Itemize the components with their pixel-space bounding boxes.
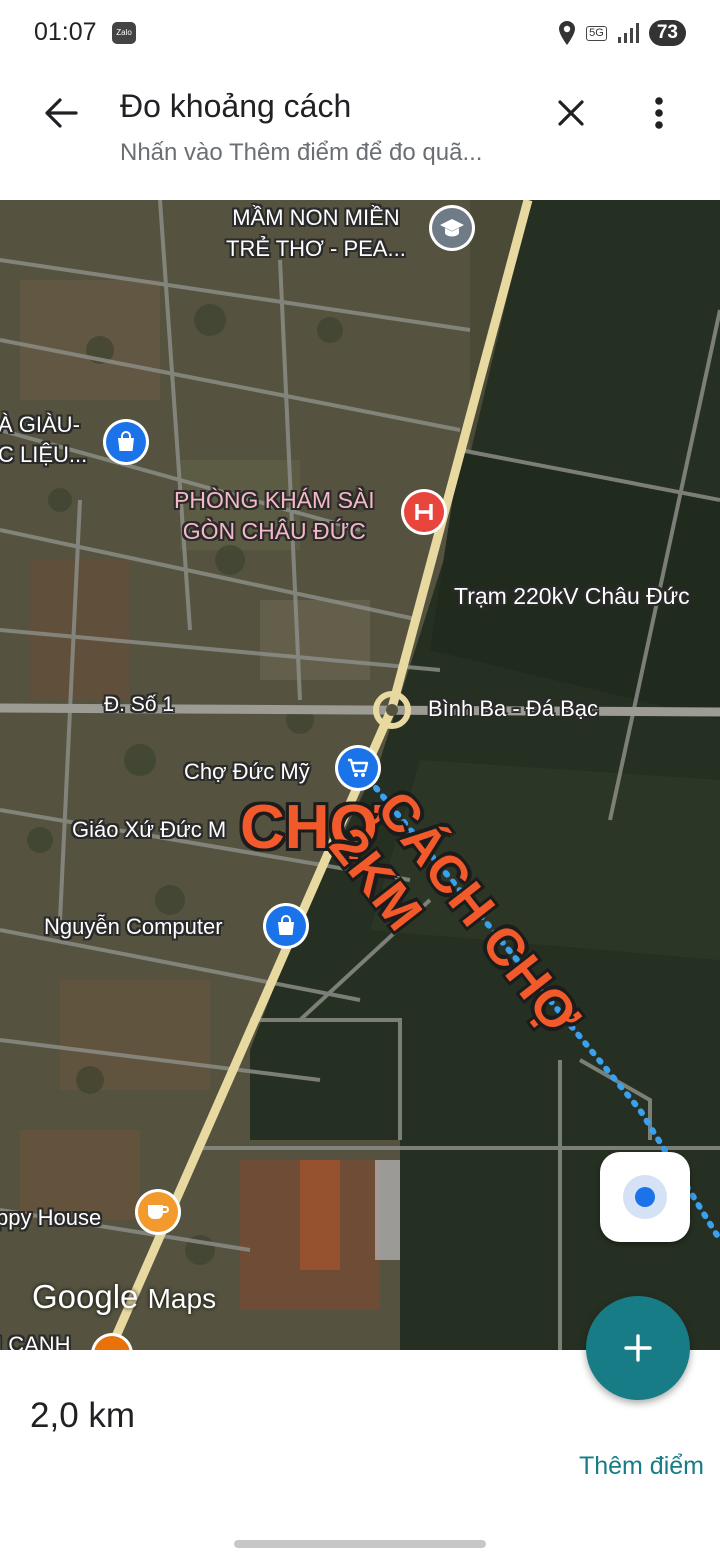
my-location-icon [635, 1187, 655, 1207]
battery-indicator: 73 [648, 20, 686, 46]
page-subtitle: Nhấn vào Thêm điểm để đo quã... [120, 139, 483, 166]
store-left-marker[interactable] [106, 422, 146, 462]
kindergarten-label-line2: TRẺ THƠ - PEA... [226, 236, 406, 261]
arrow-back-icon [45, 98, 78, 128]
add-point-label[interactable]: Thêm điểm [579, 1452, 704, 1481]
my-location-button[interactable] [600, 1152, 690, 1242]
computer-shop-marker[interactable] [266, 906, 306, 946]
plus-icon [624, 1334, 652, 1362]
status-time: 01:07 [34, 18, 97, 46]
computer-shop-label[interactable]: Nguyễn Computer [44, 914, 223, 940]
road-label-left: Đ. Số 1 [104, 693, 175, 716]
home-indicator[interactable] [234, 1540, 486, 1548]
close-button[interactable] [546, 88, 596, 138]
shopping-bag-icon [278, 915, 294, 935]
cafe-label[interactable]: ppy House [0, 1205, 101, 1231]
shopping-bag-icon [118, 431, 134, 451]
clinic-label-line1: PHÒNG KHÁM SÀI [174, 487, 375, 513]
store-left-label-line2: C LIỆU... [0, 442, 88, 467]
google-maps-logo: Google Maps [32, 1278, 216, 1316]
maps-logo-text: Maps [147, 1283, 217, 1314]
status-bar: 01:07 Zalo 5G 73 [0, 0, 720, 68]
distance-readout: 2,0 km [30, 1396, 136, 1435]
substation-label[interactable]: Trạm 220kV Châu Đức [454, 583, 690, 610]
graduation-cap-icon [440, 219, 464, 237]
church-label[interactable]: Giáo Xứ Đức M [72, 817, 226, 843]
google-logo-text: Google [32, 1278, 139, 1315]
hospital-icon [415, 504, 433, 520]
store-left-label-line1: À GIÀU- [0, 412, 80, 437]
app-header: Đo khoảng cách Nhấn vào Thêm điểm để đo … [0, 68, 720, 200]
store-left-label[interactable]: À GIÀU- C LIỆU... [0, 410, 87, 470]
signal-icon [617, 23, 639, 43]
location-icon [559, 21, 576, 45]
road-label-right: Bình Ba - Đá Bạc [428, 696, 598, 721]
network-badge: 5G [586, 25, 607, 41]
close-icon [558, 100, 584, 126]
status-indicators: 5G 73 [558, 16, 686, 50]
add-point-button[interactable] [586, 1296, 690, 1400]
coffee-cup-icon [148, 1205, 169, 1219]
kindergarten-marker[interactable] [432, 208, 472, 248]
page-title: Đo khoảng cách [120, 88, 352, 124]
clinic-label-line2: GÒN CHÂU ĐỨC [182, 518, 366, 544]
market-label[interactable]: Chợ Đức Mỹ [184, 759, 310, 785]
kindergarten-label[interactable]: MẦM NON MIỀN TRẺ THƠ - PEA... [226, 202, 406, 264]
more-vert-icon [655, 97, 663, 129]
bottom-cut-label: I CANH [0, 1332, 71, 1350]
cafe-marker[interactable] [138, 1192, 178, 1232]
map-view[interactable]: MẦM NON MIỀN TRẺ THƠ - PEA... À GIÀU- C … [0, 200, 720, 1350]
clinic-label[interactable]: PHÒNG KHÁM SÀI GÒN CHÂU ĐỨC [174, 485, 375, 547]
back-button[interactable] [36, 88, 86, 138]
zalo-app-icon: Zalo [112, 22, 136, 44]
market-marker[interactable] [338, 748, 378, 788]
clinic-marker[interactable] [404, 492, 444, 532]
more-options-button[interactable] [636, 88, 682, 138]
kindergarten-label-line1: MẦM NON MIỀN [232, 205, 400, 230]
shopping-cart-icon [348, 758, 369, 777]
